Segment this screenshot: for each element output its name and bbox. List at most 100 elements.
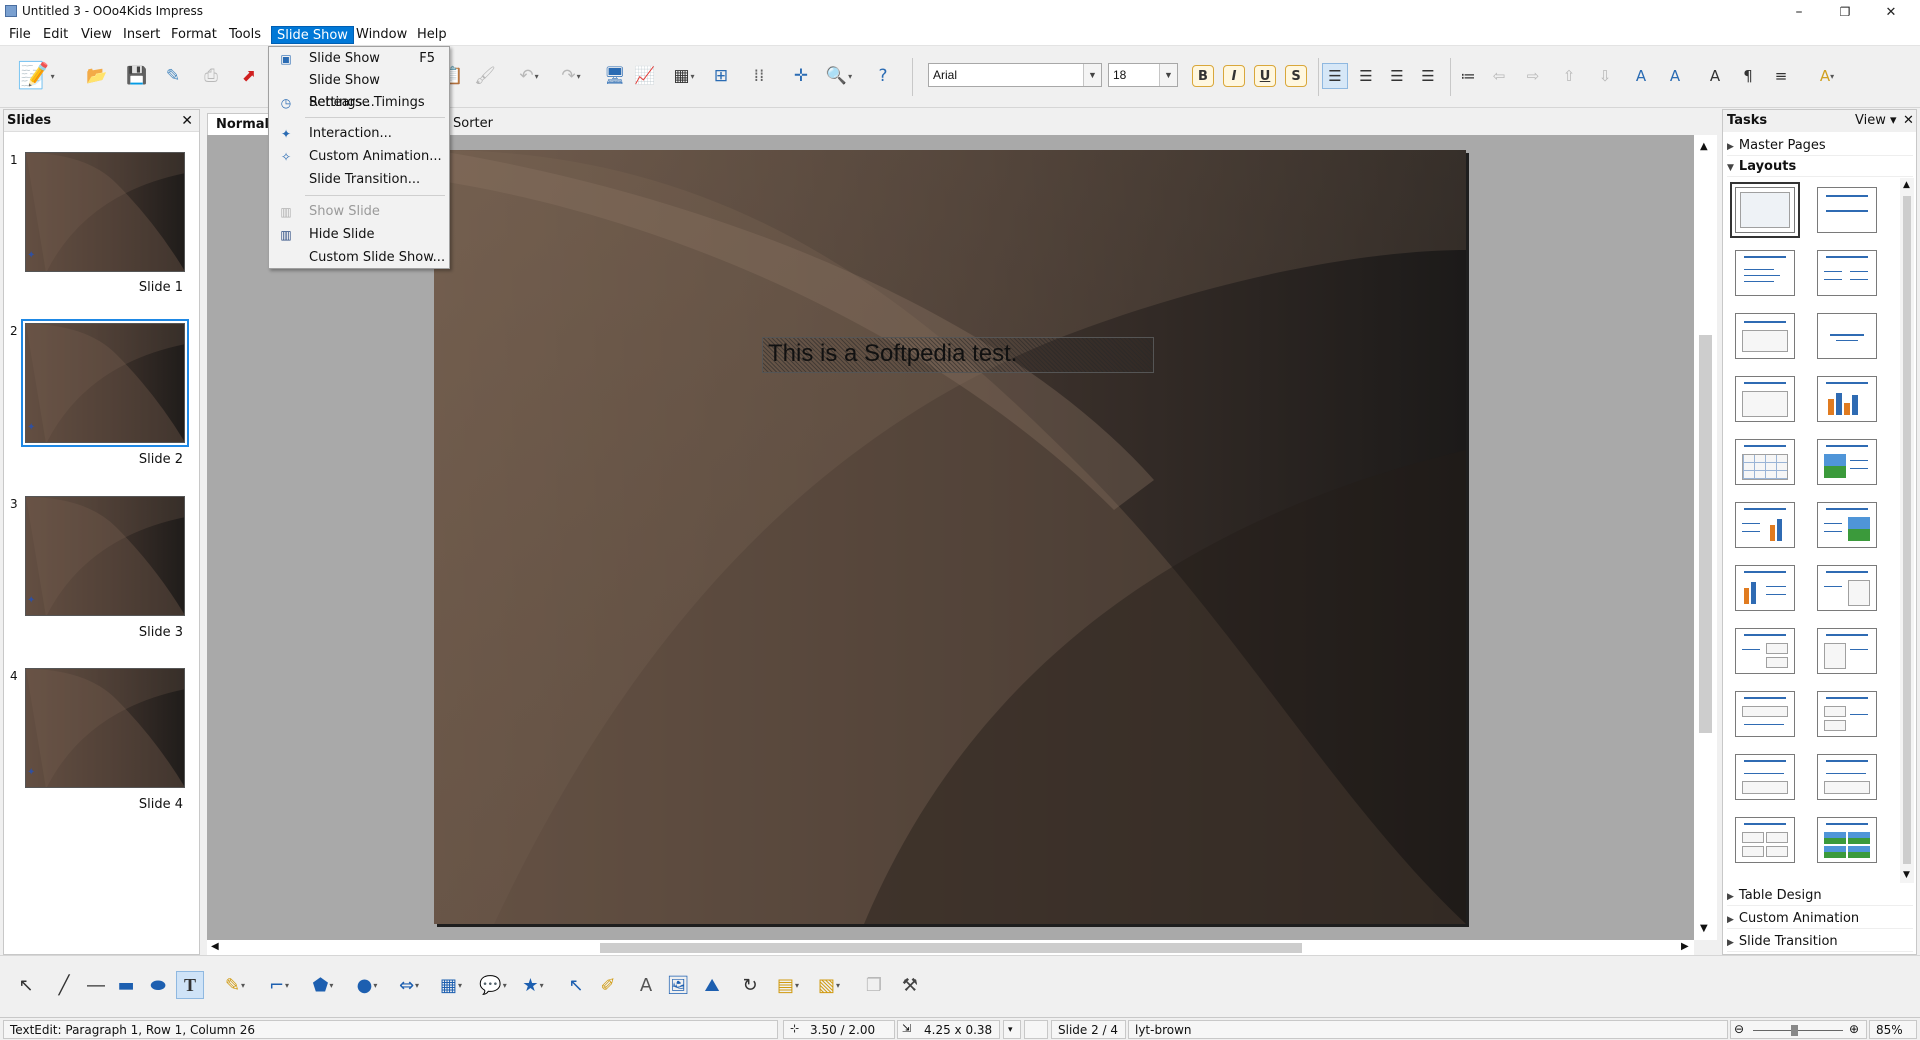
align-center-icon[interactable]: ☰ xyxy=(1353,63,1379,89)
section-custom-animation[interactable]: ▶ Custom Animation xyxy=(1727,908,1913,929)
rectangle-icon[interactable]: ▬ xyxy=(112,971,140,999)
zoom-in-icon[interactable]: ⊕ xyxy=(1849,1020,1859,1039)
close-icon[interactable]: ✕ xyxy=(1903,110,1914,132)
menu-item-hide-slide[interactable]: ▥ Hide Slide xyxy=(269,224,449,246)
section-table-design[interactable]: ▶ Table Design xyxy=(1727,885,1913,906)
layout-centered-text[interactable] xyxy=(1817,313,1877,359)
chevron-up-icon[interactable]: ▲ xyxy=(1903,180,1910,190)
chevron-down-icon[interactable]: ▾ xyxy=(1003,1020,1021,1039)
scrollbar-thumb[interactable] xyxy=(600,943,1302,953)
menu-format[interactable]: Format xyxy=(166,26,222,44)
layout-title-content[interactable] xyxy=(1735,250,1795,296)
layout-blank[interactable] xyxy=(1730,182,1800,238)
demote-icon[interactable]: ⇨ xyxy=(1520,63,1546,89)
layout-4-boxes[interactable] xyxy=(1735,817,1795,863)
bullets-icon[interactable]: ≔ xyxy=(1455,63,1481,89)
vertical-scrollbar[interactable]: ▲ ▼ xyxy=(1694,135,1717,940)
section-slide-transition[interactable]: ▶ Slide Transition xyxy=(1727,931,1913,952)
scrollbar-thumb[interactable] xyxy=(1699,335,1712,733)
zoom-icon[interactable]: 🔍 ▾ xyxy=(820,63,858,89)
menu-item-custom-animation[interactable]: ✧ Custom Animation... xyxy=(269,146,449,168)
chevron-right-icon[interactable]: ▶ xyxy=(1681,941,1689,952)
menu-slide-show[interactable]: Slide Show xyxy=(271,26,354,44)
export-pdf-icon[interactable]: ⬈ xyxy=(236,63,262,89)
bold-button[interactable]: B xyxy=(1192,65,1214,87)
tab-sorter[interactable]: Sorter xyxy=(445,113,501,135)
menu-view[interactable]: View xyxy=(76,26,117,44)
shadow-icon[interactable]: ❐ xyxy=(860,971,888,999)
scrollbar-thumb[interactable] xyxy=(1903,196,1911,864)
chevron-up-icon[interactable]: ▲ xyxy=(1700,141,1708,152)
callouts-icon[interactable]: 💬 ▾ xyxy=(472,971,514,999)
navigator-icon[interactable]: ⊞ xyxy=(708,63,734,89)
layout-content-chart[interactable] xyxy=(1735,502,1795,548)
shadow-button[interactable]: S xyxy=(1285,65,1307,87)
select-icon[interactable]: ↖ xyxy=(12,971,40,999)
chevron-down-icon[interactable]: ▼ xyxy=(1083,64,1101,86)
display-icon[interactable]: 🖥 xyxy=(602,63,628,89)
menu-tools[interactable]: Tools xyxy=(224,26,266,44)
undo-icon[interactable]: ↶ ▾ xyxy=(510,63,548,89)
paragraph-icon[interactable]: ¶ xyxy=(1735,63,1761,89)
layout-title-2-content[interactable] xyxy=(1817,250,1877,296)
slide-thumbnail-4[interactable] xyxy=(25,668,185,788)
menu-item-slide-show[interactable]: ▣ Slide Show F5 xyxy=(269,48,449,70)
layout-title-only[interactable] xyxy=(1817,187,1877,233)
glue-points-icon[interactable]: ✐ xyxy=(594,971,622,999)
table-icon[interactable]: ▦ ▾ xyxy=(664,63,704,89)
slide-thumbnail-1[interactable] xyxy=(25,152,185,272)
layout-chart-content[interactable] xyxy=(1735,565,1795,611)
connector-icon[interactable]: ⌐ ▾ xyxy=(258,971,300,999)
clone-format-icon[interactable]: 🖌 xyxy=(472,63,498,89)
layout-content-over-box[interactable] xyxy=(1735,754,1795,800)
bullets-numbering-icon[interactable]: ≡ xyxy=(1768,63,1794,89)
layout-title-slide[interactable] xyxy=(1735,313,1795,359)
close-button[interactable]: ✕ xyxy=(1868,0,1914,24)
chart-icon[interactable]: 📈 xyxy=(632,63,658,89)
justify-icon[interactable]: ☰ xyxy=(1415,63,1441,89)
status-zoom[interactable]: 85% xyxy=(1869,1020,1917,1039)
layout-title-image[interactable] xyxy=(1817,439,1877,485)
fontwork-icon[interactable]: A xyxy=(632,971,660,999)
font-name-combo[interactable]: Arial ▼ xyxy=(928,63,1102,87)
save-icon[interactable]: 💾 xyxy=(124,63,150,89)
section-master-pages[interactable]: ▶ Master Pages xyxy=(1727,135,1913,156)
block-arrows-icon[interactable]: ⇔ ▾ xyxy=(388,971,430,999)
chevron-down-icon[interactable]: ▼ xyxy=(1903,870,1910,880)
align-right-icon[interactable]: ☰ xyxy=(1384,63,1410,89)
section-layouts[interactable]: ▼ Layouts xyxy=(1727,156,1913,177)
menu-item-interaction[interactable]: ✦ Interaction... xyxy=(269,123,449,145)
menu-file[interactable]: File xyxy=(4,26,36,44)
curve-icon[interactable]: ✎ ▾ xyxy=(214,971,256,999)
layout-content-box[interactable] xyxy=(1817,565,1877,611)
promote-icon[interactable]: ⇦ xyxy=(1486,63,1512,89)
ellipse-icon[interactable]: ⬬ xyxy=(144,971,172,999)
zoom-out-icon[interactable]: ⊖ xyxy=(1734,1020,1744,1039)
slide-thumbnail-2[interactable] xyxy=(21,319,189,447)
move-up-icon[interactable]: ⇧ xyxy=(1556,63,1582,89)
layout-box-over-content[interactable] xyxy=(1735,691,1795,737)
edit-file-icon[interactable]: ✎ xyxy=(160,63,186,89)
menu-edit[interactable]: Edit xyxy=(38,26,73,44)
layout-box-content[interactable] xyxy=(1817,628,1877,674)
menu-item-slide-show-settings[interactable]: Slide Show Settings... xyxy=(269,70,449,110)
print-icon[interactable]: ⎙ xyxy=(198,63,224,89)
font-color-icon[interactable]: A ▾ xyxy=(1808,63,1846,89)
align-objects-icon[interactable]: ▤ ▾ xyxy=(768,971,808,999)
menu-window[interactable]: Window xyxy=(351,26,412,44)
font-size-combo[interactable]: 18 ▼ xyxy=(1108,63,1178,87)
snap-icon[interactable]: ✛ xyxy=(788,63,814,89)
character-icon[interactable]: A xyxy=(1702,63,1728,89)
increase-font-icon[interactable]: A xyxy=(1628,63,1654,89)
decrease-font-icon[interactable]: A xyxy=(1662,63,1688,89)
layout-4-images[interactable] xyxy=(1817,817,1877,863)
layout-2-boxes-content[interactable] xyxy=(1817,691,1877,737)
gallery-icon[interactable]: ⛰ xyxy=(698,971,726,999)
slide-thumbnail-3[interactable] xyxy=(25,496,185,616)
menu-item-custom-slide-show[interactable]: Custom Slide Show... xyxy=(269,247,449,269)
menu-help[interactable]: Help xyxy=(412,26,452,44)
help-icon[interactable]: ? xyxy=(870,63,896,89)
zoom-thumb[interactable] xyxy=(1791,1025,1798,1036)
layout-title-chart[interactable] xyxy=(1817,376,1877,422)
horizontal-scrollbar[interactable]: ◀ ▶ xyxy=(207,940,1694,955)
